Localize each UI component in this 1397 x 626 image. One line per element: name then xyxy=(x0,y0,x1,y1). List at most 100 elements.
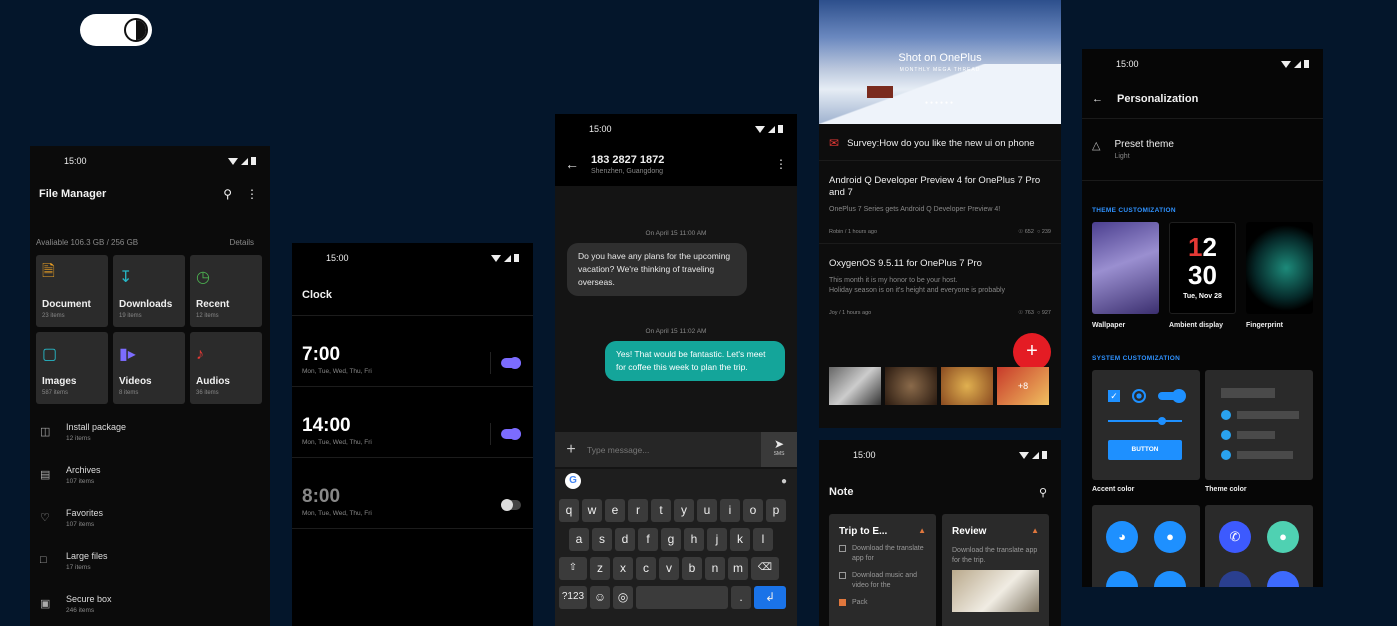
fingerprint-option[interactable]: Fingerprint xyxy=(1246,222,1313,329)
checklist-item[interactable]: Download music and video for the xyxy=(839,571,926,591)
note-card[interactable]: Trip to E... ▲ Download the translate app… xyxy=(829,514,936,626)
key-a[interactable]: a xyxy=(569,528,589,551)
comment-count: 927 xyxy=(1041,310,1051,316)
new-post-button[interactable]: + xyxy=(1013,333,1051,371)
alarm-toggle[interactable] xyxy=(501,357,521,369)
alarm-row[interactable]: 7:00 Mon, Tue, Wed, Thu, Fri xyxy=(292,316,533,387)
ambient-display-option[interactable]: 12 30 Tue, Nov 28 Ambient display xyxy=(1169,222,1236,329)
key-r[interactable]: r xyxy=(628,499,648,522)
key-g[interactable]: g xyxy=(661,528,681,551)
back-arrow-icon[interactable]: ← xyxy=(565,156,579,172)
list-item[interactable]: ▤ Archives 107 items xyxy=(40,465,270,508)
key-period[interactable]: . xyxy=(731,586,751,609)
survey-item[interactable]: ✉ Survey:How do you like the new ui on ph… xyxy=(819,124,1061,161)
key-v[interactable]: v xyxy=(659,557,679,580)
key-x[interactable]: x xyxy=(613,557,633,580)
icon-pack-option[interactable]: ✆ ● xyxy=(1205,505,1313,587)
key-o[interactable]: o xyxy=(743,499,763,522)
key-enter[interactable]: ↲ xyxy=(754,586,786,609)
checklist-item[interactable]: Download the translate app for xyxy=(839,544,926,564)
icon-shape-option[interactable]: ◕ ● xyxy=(1092,505,1200,587)
thumbnail[interactable] xyxy=(885,367,937,405)
shift-icon[interactable]: ⇧ xyxy=(559,557,587,580)
key-j[interactable]: j xyxy=(707,528,727,551)
microphone-icon[interactable]: ● xyxy=(781,476,787,487)
key-p[interactable]: p xyxy=(766,499,786,522)
more-icon[interactable]: ⋮ xyxy=(775,157,787,171)
key-space[interactable] xyxy=(636,586,728,609)
personalization-screen: 15:00 ← Personalization △ Preset theme Lig… xyxy=(1082,49,1323,587)
icon-preview: ✆ ● xyxy=(1205,505,1313,587)
key-n[interactable]: n xyxy=(705,557,725,580)
key-l[interactable]: l xyxy=(753,528,773,551)
key-e[interactable]: e xyxy=(605,499,625,522)
list-item[interactable]: ♡ Favorites 107 items xyxy=(40,508,270,551)
list-item[interactable]: □ Large files 17 items xyxy=(40,551,270,594)
key-b[interactable]: b xyxy=(682,557,702,580)
message-input[interactable]: Type message... xyxy=(587,445,761,455)
post-item[interactable]: Android Q Developer Preview 4 for OnePlu… xyxy=(819,161,1061,244)
key-d[interactable]: d xyxy=(615,528,635,551)
status-icons xyxy=(1019,451,1047,459)
alarm-days: Mon, Tue, Wed, Thu, Fri xyxy=(302,510,372,517)
key-k[interactable]: k xyxy=(730,528,750,551)
alarm-toggle[interactable] xyxy=(501,428,521,440)
category-recent[interactable]: ◷ Recent 12 items xyxy=(190,255,262,327)
category-videos[interactable]: ▮▸ Videos 8 items xyxy=(113,332,185,404)
globe-icon[interactable]: ◎ xyxy=(613,586,633,609)
thumbnail[interactable]: +8 xyxy=(997,367,1049,405)
key-y[interactable]: y xyxy=(674,499,694,522)
backspace-icon[interactable]: ⌫ xyxy=(751,557,779,580)
note-card[interactable]: Review ▲ Download the translate app for t… xyxy=(942,514,1049,626)
thumbnail[interactable] xyxy=(941,367,993,405)
tile-label: Document xyxy=(42,299,91,310)
search-icon[interactable]: ⚲ xyxy=(1039,486,1047,499)
theme-toggle[interactable] xyxy=(80,14,152,46)
key-m[interactable]: m xyxy=(728,557,748,580)
send-icon: ➤ xyxy=(773,437,785,451)
preset-theme-row[interactable]: △ Preset theme Light xyxy=(1082,119,1323,181)
key-i[interactable]: i xyxy=(720,499,740,522)
list-item[interactable]: ▣ Secure box 246 items xyxy=(40,594,270,626)
banner-image[interactable]: Shot on OnePlus MONTHLY MEGA THREAD ●●●●… xyxy=(819,0,1061,124)
send-button[interactable]: ➤ SMS xyxy=(761,432,797,467)
details-link[interactable]: Details xyxy=(230,238,254,247)
timestamp: On April 15 11:00 AM xyxy=(645,230,707,237)
key-u[interactable]: u xyxy=(697,499,717,522)
key-emoji[interactable]: ☺ xyxy=(590,586,610,609)
key-numbers[interactable]: ?123 xyxy=(559,586,587,609)
theme-color-option[interactable]: Theme color xyxy=(1205,370,1313,493)
key-z[interactable]: z xyxy=(590,557,610,580)
page-title: Note xyxy=(829,486,854,498)
key-t[interactable]: t xyxy=(651,499,671,522)
alarm-toggle[interactable] xyxy=(501,499,521,511)
post-item[interactable]: OxygenOS 9.5.11 for OnePlus 7 Pro This m… xyxy=(819,244,1061,324)
back-arrow-icon[interactable]: ← xyxy=(1092,93,1103,105)
status-time: 15:00 xyxy=(853,450,876,460)
google-icon[interactable]: G xyxy=(565,473,581,489)
message-composer: + Type message... ➤ SMS xyxy=(555,432,797,467)
key-s[interactable]: s xyxy=(592,528,612,551)
alarm-row[interactable]: 8:00 Mon, Tue, Wed, Thu, Fri xyxy=(292,458,533,529)
category-images[interactable]: ▢ Images 587 items xyxy=(36,332,108,404)
key-f[interactable]: f xyxy=(638,528,658,551)
key-w[interactable]: w xyxy=(582,499,602,522)
key-h[interactable]: h xyxy=(684,528,704,551)
search-icon[interactable]: ⚲ xyxy=(223,187,232,201)
alarm-row[interactable]: 14:00 Mon, Tue, Wed, Thu, Fri xyxy=(292,387,533,458)
tile-label: Recent xyxy=(196,299,230,310)
add-icon[interactable]: + xyxy=(555,441,587,459)
thumbnail[interactable] xyxy=(829,367,881,405)
wallpaper-option[interactable]: Wallpaper xyxy=(1092,222,1159,329)
key-c[interactable]: c xyxy=(636,557,656,580)
category-audios[interactable]: ♪ Audios 36 items xyxy=(190,332,262,404)
category-downloads[interactable]: ↧ Downloads 19 items xyxy=(113,255,185,327)
list-item[interactable]: ◫ Install package 12 items xyxy=(40,422,270,465)
status-bar: 15:00 xyxy=(555,114,797,144)
accent-color-option[interactable]: ✓ BUTTON Accent color xyxy=(1092,370,1200,493)
category-document[interactable]: 🗎 Document 23 items xyxy=(36,255,108,327)
more-icon[interactable]: ⋮ xyxy=(246,187,258,201)
option-label: Ambient display xyxy=(1169,322,1224,329)
checklist-item[interactable]: Pack xyxy=(839,598,926,608)
key-q[interactable]: q xyxy=(559,499,579,522)
